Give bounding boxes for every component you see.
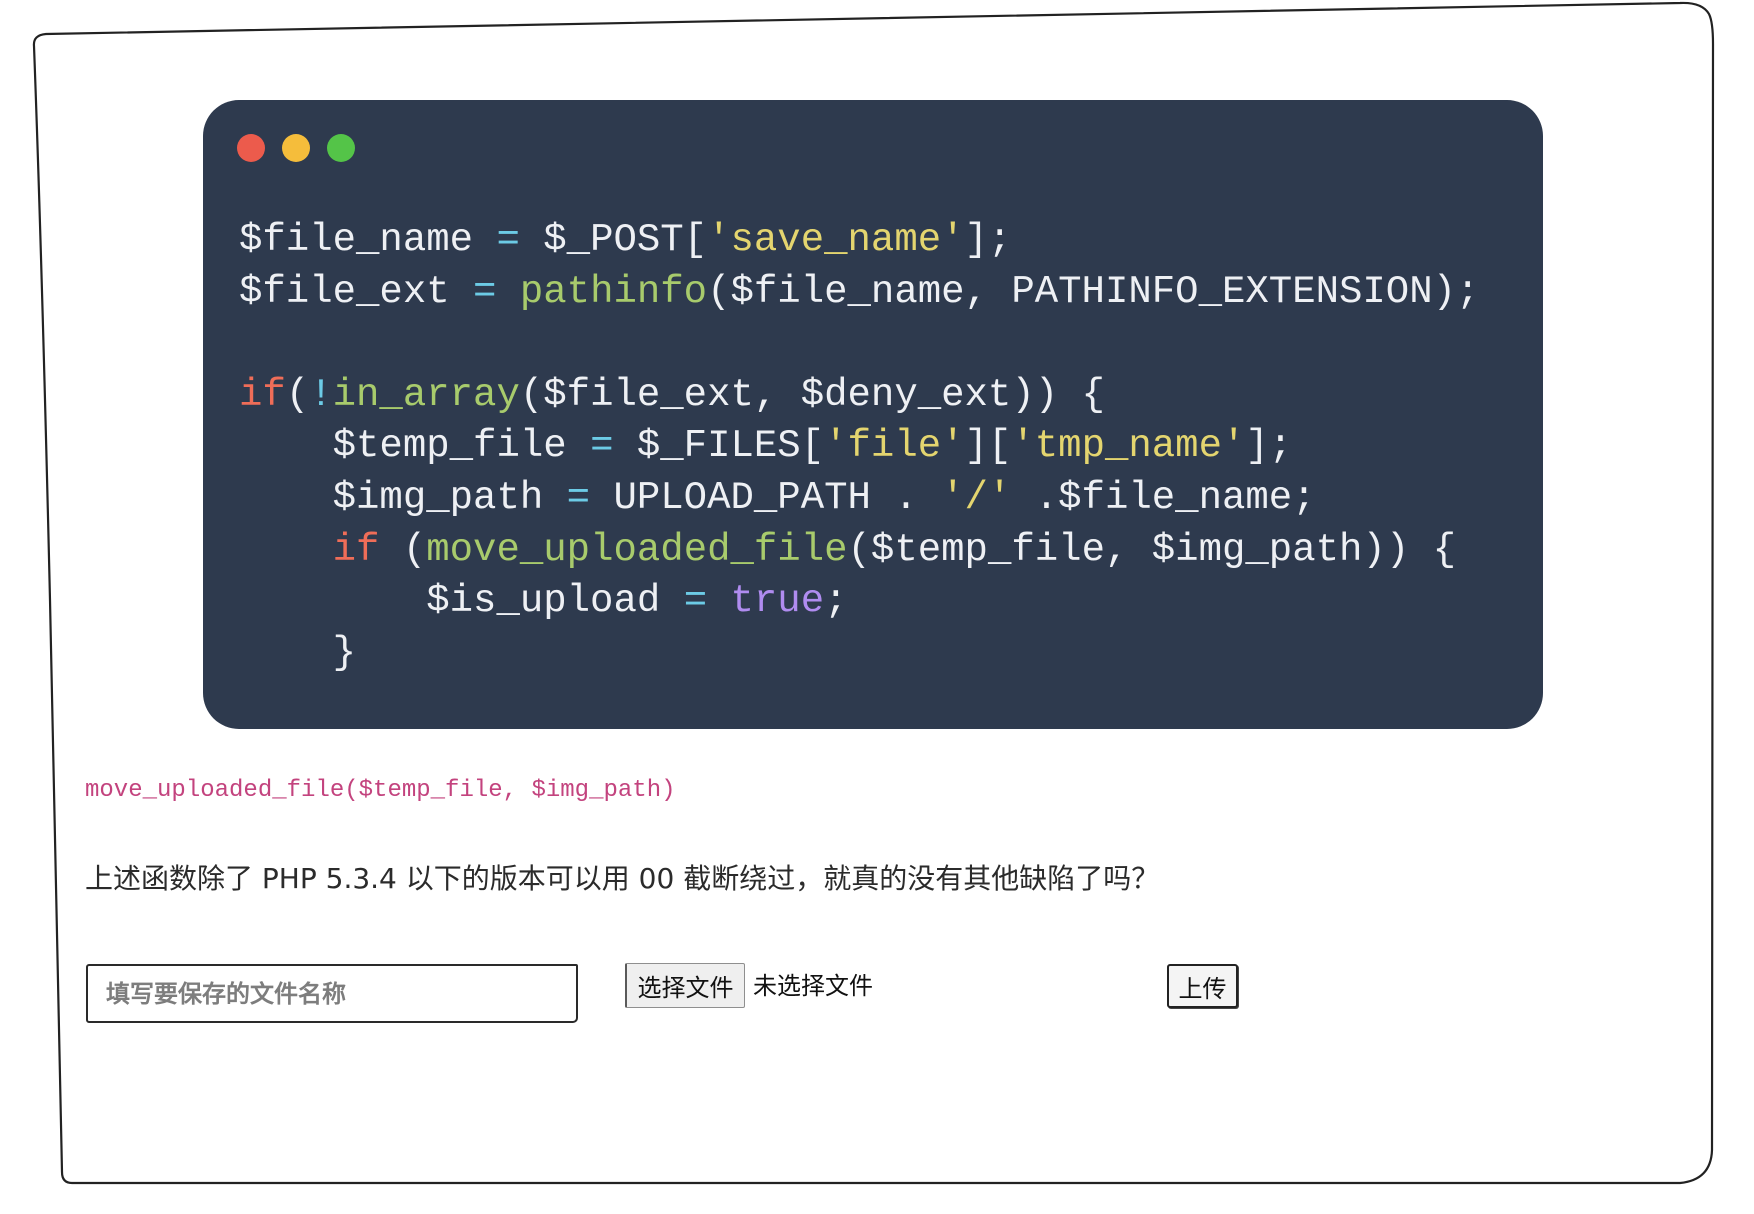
code-line: $img_path = UPLOAD_PATH . '/' .$file_nam… xyxy=(239,473,1479,525)
code-token: $file_ext xyxy=(239,269,474,314)
code-line: $is_upload = true; xyxy=(239,576,1479,628)
code-line: $file_name = $_POST['save_name']; xyxy=(239,215,1479,267)
code-token: = xyxy=(473,269,497,314)
code-token: true xyxy=(707,579,825,624)
code-block: $file_name = $_POST['save_name']; $file_e… xyxy=(239,215,1479,679)
code-token: $img_path xyxy=(239,475,567,520)
code-token: if xyxy=(239,372,286,417)
code-token: ]; xyxy=(964,218,1012,262)
code-token: ( xyxy=(285,372,310,417)
code-token: in_array xyxy=(332,372,520,417)
code-token: move_uploaded_file xyxy=(426,527,848,572)
upload-button[interactable]: 上传 xyxy=(1167,964,1238,1008)
code-token: ; xyxy=(824,579,848,624)
code-token: pathinfo xyxy=(496,269,708,314)
code-token: UPLOAD_PATH . xyxy=(590,475,942,520)
code-token: ][ xyxy=(964,424,1012,469)
code-line: if(!in_array($file_ext, $deny_ext)) { xyxy=(239,370,1479,422)
question-text: 上述函数除了 PHP 5.3.4 以下的版本可以用 00 截断绕过，就真的没有其… xyxy=(85,862,1160,895)
choose-file-button[interactable]: 选择文件 xyxy=(625,963,745,1008)
code-line: $temp_file = $_FILES['file']['tmp_name']… xyxy=(239,421,1479,473)
code-line: } xyxy=(239,628,1479,680)
code-token: = xyxy=(683,579,708,624)
file-status-text: 未选择文件 xyxy=(753,972,873,1000)
code-token: ( xyxy=(379,527,427,572)
code-token: ($file_name, PATHINFO_EXTENSION); xyxy=(707,269,1480,314)
code-token: $_POST[ xyxy=(519,218,708,262)
code-token: ($file_ext, $deny_ext)) { xyxy=(519,372,1105,417)
filename-input[interactable] xyxy=(86,964,578,1023)
code-line: $file_ext = pathinfo($file_name, PATHINF… xyxy=(239,267,1479,319)
code-token: if xyxy=(239,527,380,572)
code-token: ($temp_file, $img_path)) { xyxy=(847,527,1457,572)
code-token: ! xyxy=(309,372,333,417)
code-token: $is_upload xyxy=(239,579,684,624)
code-token: 'file' xyxy=(824,424,965,469)
code-token: $file_name xyxy=(239,218,497,262)
code-token: '/' xyxy=(941,475,1012,520)
zoom-dot-icon xyxy=(327,134,355,162)
code-token: $_FILES[ xyxy=(613,424,825,469)
code-token: 'save_name' xyxy=(707,218,965,262)
code-token: $temp_file xyxy=(239,424,591,469)
code-window: $file_name = $_POST['save_name']; $file_e… xyxy=(203,100,1543,729)
close-dot-icon xyxy=(237,134,265,162)
inline-code: move_uploaded_file($temp_file, $img_path… xyxy=(85,777,676,804)
code-token: 'tmp_name' xyxy=(1011,424,1246,469)
code-token: .$file_name; xyxy=(1011,475,1316,520)
code-token: = xyxy=(496,218,520,262)
code-line: if (move_uploaded_file($temp_file, $img_… xyxy=(239,525,1479,577)
code-token: = xyxy=(590,424,614,469)
code-token: ]; xyxy=(1245,424,1293,469)
code-token: = xyxy=(566,475,591,520)
code-token: } xyxy=(239,630,357,675)
minimize-dot-icon xyxy=(282,134,310,162)
